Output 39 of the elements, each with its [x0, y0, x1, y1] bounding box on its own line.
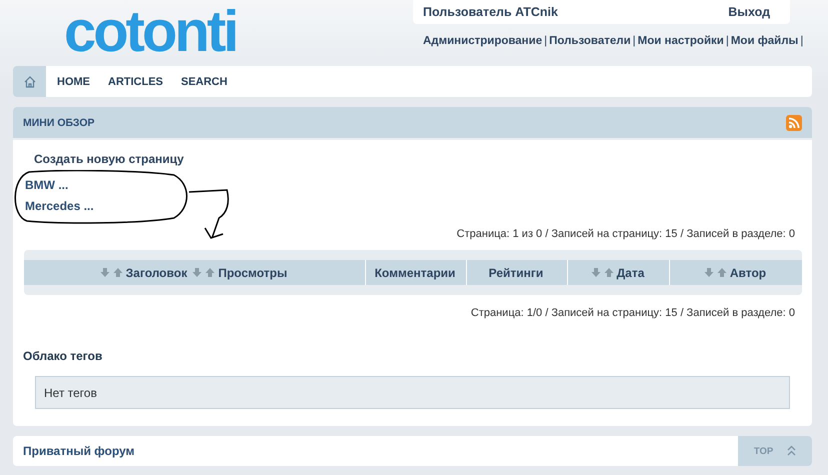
sort-up-icon[interactable] [112, 267, 123, 278]
nav-link[interactable]: SEARCH [181, 76, 228, 88]
user-link[interactable]: Пользователи [549, 35, 631, 47]
column-label[interactable]: Просмотры [192, 266, 288, 280]
sort-up-icon[interactable] [205, 267, 216, 278]
sort-down-icon[interactable] [192, 267, 202, 278]
sort-down-icon[interactable] [100, 267, 110, 278]
nav-link[interactable]: ARTICLES [108, 76, 163, 88]
footer-title: Приватный форум [23, 444, 135, 458]
user-name: Пользователь ATCnik [423, 5, 558, 19]
link-separator: | [544, 35, 548, 47]
sort-down-icon[interactable] [590, 267, 601, 278]
nav-link[interactable]: HOME [57, 76, 90, 88]
page-link[interactable]: BMW ... [25, 178, 68, 192]
column-label[interactable]: Автор [704, 266, 766, 280]
pagination-info: Страница: 1 из 0 / Записей на страницу: 15 / Записей в разделе: 0 [456, 228, 795, 240]
user-link[interactable]: Администрирование [423, 35, 542, 47]
home-icon[interactable] [13, 66, 46, 97]
link-separator: | [800, 35, 804, 47]
sort-up-icon[interactable] [604, 267, 614, 278]
user-link[interactable]: Мои настройки [638, 35, 724, 47]
column-label[interactable]: Комментарии [374, 266, 456, 280]
link-separator: | [632, 35, 636, 47]
section-title: Облако тегов [23, 349, 104, 363]
sort-down-icon[interactable] [704, 267, 714, 278]
column-label[interactable]: Заголовок [100, 266, 188, 280]
create-page-link[interactable]: Создать новую страницу [34, 152, 801, 166]
logout-link[interactable]: Выход [728, 5, 770, 19]
link-separator: | [726, 35, 729, 47]
user-link[interactable]: Мои файлы [730, 35, 798, 47]
chevron-up-icon [787, 445, 796, 457]
empty-message: Нет тегов [44, 386, 97, 400]
column-label[interactable]: Рейтинги [488, 266, 544, 280]
page-link[interactable]: Mercedes ... [25, 199, 94, 213]
rss-icon[interactable] [786, 114, 802, 130]
panel-title: МИНИ ОБЗОР [23, 116, 95, 128]
sort-up-icon[interactable] [716, 267, 727, 278]
pagination-info: Страница: 1/0 / Записей на страницу: 15 / Записей в разделе: 0 [470, 307, 795, 319]
column-label[interactable]: Дата [590, 266, 644, 280]
